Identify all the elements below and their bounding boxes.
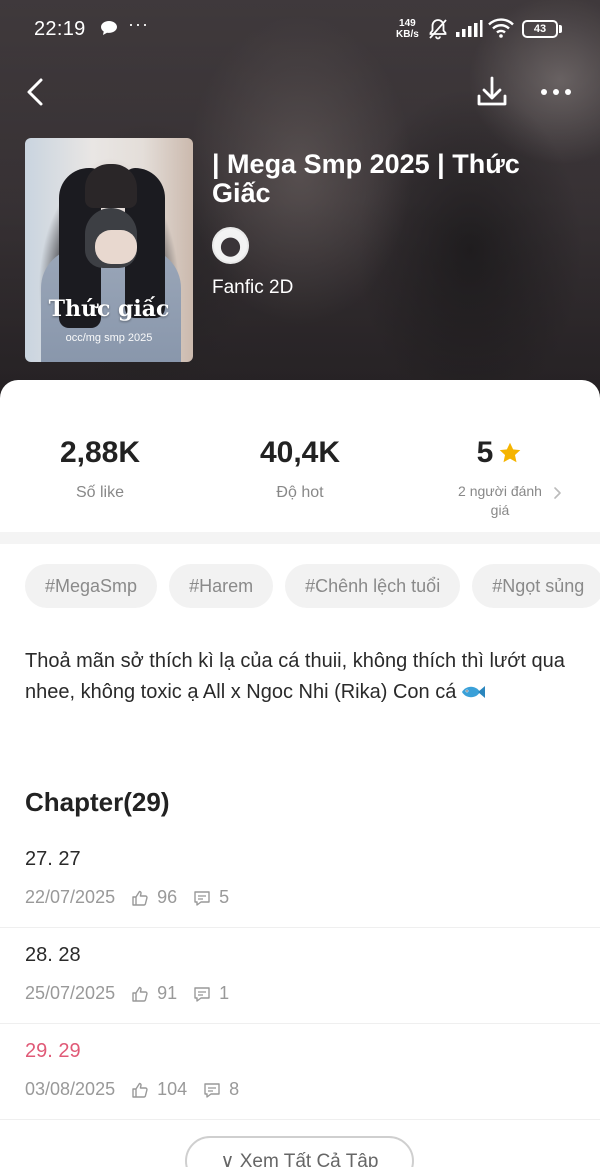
battery-level: 43 [522, 20, 558, 38]
chapter-date: 25/07/2025 [25, 983, 116, 1003]
thumbs-up-icon [132, 890, 148, 906]
battery-tip [559, 25, 562, 33]
rating-value-row: 5 [477, 436, 524, 470]
chapter-likes: 104 [157, 1079, 188, 1099]
rating-value: 5 [476, 436, 494, 469]
cover-subtitle: occ/mg smp 2025 [65, 332, 153, 344]
status-more-icon: ··· [128, 14, 149, 34]
section-divider [0, 532, 600, 544]
bell-muted-icon [429, 19, 447, 40]
chevron-right-icon [554, 487, 561, 499]
stat-likes: 2,88K Số like [0, 436, 200, 502]
chapter-likes: 91 [157, 983, 178, 1003]
chapter-list: 27. 27 22/07/2025 96 5 28. 28 25/07/2025 [0, 832, 600, 1120]
chapter-comments: 1 [219, 983, 230, 1003]
book-cover[interactable]: Thức giấc occ/mg smp 2025 [25, 138, 193, 362]
cover-title: Thức giấc [48, 296, 170, 322]
content-sheet: 2,88K Số like 40,4K Độ hot 5 2 người đán… [0, 380, 600, 1167]
rating-label-line1: 2 người đánh [458, 483, 542, 499]
network-speed: 149 KB/s [396, 18, 419, 40]
rating-label-line2: giá [490, 502, 510, 518]
chapter-row[interactable]: 27. 27 22/07/2025 96 5 [0, 832, 600, 928]
stat-rating[interactable]: 5 2 người đánh giá [400, 436, 600, 520]
status-bar: 22:19 ··· 149 KB/s 43 [0, 0, 600, 60]
chevron-left-icon [27, 78, 43, 106]
network-speed-unit: KB/s [396, 29, 419, 40]
thumbs-up-icon [132, 1082, 148, 1098]
thumbs-up-icon [132, 986, 148, 1002]
status-time: 22:19 [34, 18, 86, 40]
more-options-button[interactable] [534, 70, 578, 114]
view-all-chapters-button[interactable]: ∨ Xem Tất Cả Tập [185, 1136, 414, 1167]
cover-art-head [85, 164, 137, 208]
chat-bubble-icon [101, 21, 117, 35]
book-title: | Mega Smp 2025 | Thức Giấc [212, 149, 520, 208]
chapter-row[interactable]: 28. 28 25/07/2025 91 1 [0, 928, 600, 1024]
chapter-meta: 22/07/2025 96 5 [25, 887, 229, 908]
more-horizontal-icon [541, 89, 571, 95]
fish-emoji-icon [462, 686, 486, 698]
download-icon [477, 76, 507, 106]
battery-icon: 43 [522, 20, 562, 38]
tag-chip[interactable]: #MegaSmp [25, 564, 158, 608]
star-icon [500, 442, 521, 463]
chapter-title: 28. 28 [25, 944, 81, 966]
chapter-heading: Chapter(29) [25, 787, 170, 817]
chapter-row-current[interactable]: 29. 29 03/08/2025 104 8 [0, 1024, 600, 1120]
likes-label: Số like [75, 484, 125, 501]
comment-icon [204, 1082, 220, 1098]
chapter-meta: 25/07/2025 91 1 [25, 983, 229, 1004]
tag-chip[interactable]: #Harem [169, 564, 274, 608]
comment-icon [194, 986, 210, 1002]
chapter-meta: 03/08/2025 104 8 [25, 1079, 239, 1100]
tag-chip[interactable]: #Chênh lệch tuổi [285, 564, 461, 608]
chapter-title: 27. 27 [25, 848, 81, 870]
signal-icon [456, 20, 483, 37]
hot-count: 40,4K [259, 436, 341, 469]
comment-icon [194, 890, 210, 906]
chapter-likes: 96 [157, 887, 178, 907]
cover-art-hand [95, 230, 137, 264]
download-button[interactable] [470, 70, 514, 114]
likes-count: 2,88K [59, 436, 141, 469]
chapter-title: 29. 29 [25, 1040, 81, 1062]
chapter-comments: 8 [229, 1079, 240, 1099]
chapter-date: 22/07/2025 [25, 887, 116, 907]
book-description: Thoả mãn sở thích kì lạ của cá thuii, kh… [25, 646, 565, 708]
chapter-comments: 5 [219, 887, 230, 907]
hot-label: Độ hot [276, 484, 324, 501]
back-button[interactable] [18, 70, 58, 114]
book-category[interactable]: Fanfic 2D [212, 277, 293, 299]
stat-hot: 40,4K Độ hot [200, 436, 400, 502]
stats-row: 2,88K Số like 40,4K Độ hot 5 2 người đán… [0, 380, 600, 532]
chapter-date: 03/08/2025 [25, 1079, 116, 1099]
rating-label: 2 người đánh giá [400, 482, 600, 520]
wifi-icon [488, 18, 514, 38]
network-speed-value: 149 [399, 18, 416, 29]
tag-chip[interactable]: #Ngọt sủng [472, 564, 600, 608]
tag-list: #MegaSmp #Harem #Chênh lệch tuổi #Ngọt sủng [25, 564, 600, 608]
author-avatar[interactable] [212, 227, 249, 264]
